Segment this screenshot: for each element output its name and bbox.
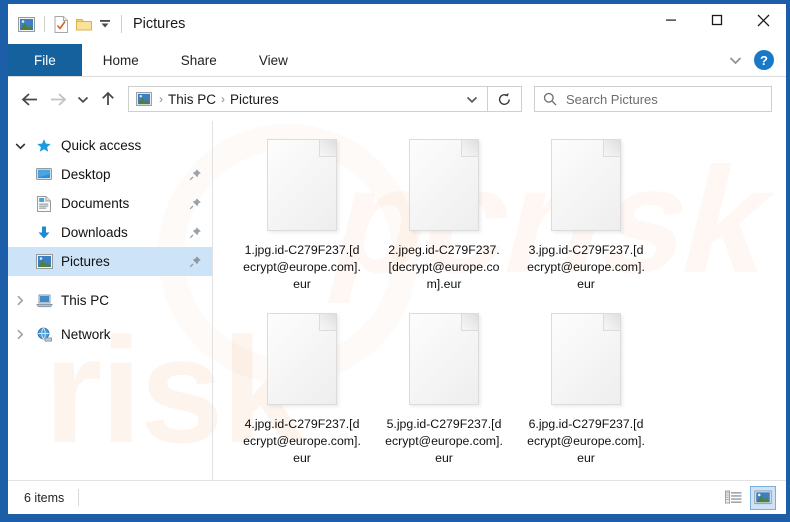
details-view-button[interactable]: [720, 486, 746, 510]
view-toggle-group: [720, 485, 776, 510]
file-item[interactable]: 3.jpg.id-C279F237.[decrypt@europe.com].e…: [515, 133, 657, 301]
recent-locations-button[interactable]: [72, 84, 94, 114]
blank-document-icon: [405, 137, 483, 235]
address-bar[interactable]: › This PC › Pictures: [128, 86, 488, 112]
file-item[interactable]: 5.jpg.id-C279F237.[decrypt@europe.com].e…: [373, 307, 515, 475]
file-item[interactable]: 4.jpg.id-C279F237.[decrypt@europe.com].e…: [231, 307, 373, 475]
desktop-icon: [32, 167, 56, 182]
computer-icon: [32, 294, 56, 308]
breadcrumb: › This PC › Pictures: [159, 92, 279, 107]
pin-icon[interactable]: [189, 197, 202, 210]
sidebar-item-desktop[interactable]: Desktop: [8, 160, 212, 189]
blank-document-icon: [405, 311, 483, 409]
tab-home[interactable]: Home: [82, 44, 160, 76]
tab-share[interactable]: Share: [160, 44, 238, 76]
explorer-body: Quick access Desktop Documents Downloads…: [8, 121, 786, 480]
file-grid: 1.jpg.id-C279F237.[decrypt@europe.com].e…: [231, 133, 786, 480]
minimize-button[interactable]: [648, 4, 694, 36]
chevron-down-icon[interactable]: [8, 142, 32, 150]
downloads-icon: [32, 225, 56, 241]
large-icons-view-button[interactable]: [750, 485, 776, 510]
window-frame: pcrisk risk com: [0, 0, 790, 522]
breadcrumb-separator[interactable]: ›: [221, 92, 225, 106]
file-name: 5.jpg.id-C279F237.[decrypt@europe.com].e…: [385, 417, 503, 465]
ribbon-right-controls: ?: [722, 44, 786, 76]
sidebar-item-label: Pictures: [61, 254, 110, 269]
documents-icon: [32, 195, 56, 212]
breadcrumb-separator[interactable]: ›: [159, 92, 163, 106]
window-controls: [648, 4, 786, 44]
chevron-right-icon[interactable]: [8, 295, 32, 306]
sidebar-item-this-pc[interactable]: This PC: [8, 286, 212, 315]
ribbon-tabs: File Home Share View ?: [8, 44, 786, 76]
chevron-down-icon[interactable]: [722, 47, 748, 73]
blank-document-icon: [263, 311, 341, 409]
blank-document-icon: [547, 311, 625, 409]
refresh-button[interactable]: [488, 86, 522, 112]
breadcrumb-pictures[interactable]: Pictures: [230, 92, 279, 107]
quick-access-toolbar: [8, 15, 111, 33]
file-name: 1.jpg.id-C279F237.[decrypt@europe.com].e…: [243, 243, 361, 291]
file-name: 3.jpg.id-C279F237.[decrypt@europe.com].e…: [527, 243, 645, 291]
pin-icon[interactable]: [189, 255, 202, 268]
file-list-pane[interactable]: 1.jpg.id-C279F237.[decrypt@europe.com].e…: [213, 121, 786, 480]
pictures-icon: [32, 254, 56, 269]
back-button[interactable]: [16, 84, 44, 114]
sidebar-group-quick-access[interactable]: Quick access: [8, 131, 212, 160]
tab-file[interactable]: File: [8, 44, 82, 76]
breadcrumb-pictures-icon[interactable]: [136, 92, 152, 106]
item-count: 6 items: [24, 490, 65, 505]
new-folder-icon[interactable]: [76, 17, 92, 31]
properties-icon[interactable]: [54, 15, 69, 33]
sidebar-item-downloads[interactable]: Downloads: [8, 218, 212, 247]
search-icon: [543, 92, 557, 106]
sidebar-group-label: Quick access: [61, 138, 142, 153]
file-explorer-window: pcrisk risk com: [8, 4, 786, 514]
sidebar-item-label: Desktop: [61, 167, 111, 182]
forward-button[interactable]: [44, 84, 72, 114]
chevron-right-icon[interactable]: [8, 329, 32, 340]
sidebar-item-label: This PC: [61, 293, 110, 308]
up-button[interactable]: [94, 84, 122, 114]
sidebar-item-label: Documents: [61, 196, 130, 211]
search-placeholder: Search Pictures: [566, 91, 658, 107]
sidebar-item-network[interactable]: Network: [8, 320, 212, 349]
star-icon: [32, 138, 56, 154]
pin-icon[interactable]: [189, 168, 202, 181]
file-item[interactable]: 6.jpg.id-C279F237.[decrypt@europe.com].e…: [515, 307, 657, 475]
toolbar-separator: [44, 16, 45, 32]
address-toolbar: › This PC › Pictures Search Pictures: [8, 77, 786, 121]
file-item[interactable]: 1.jpg.id-C279F237.[decrypt@europe.com].e…: [231, 133, 373, 301]
blank-document-icon: [263, 137, 341, 235]
file-name: 4.jpg.id-C279F237.[decrypt@europe.com].e…: [243, 417, 361, 465]
file-name: 6.jpg.id-C279F237.[decrypt@europe.com].e…: [527, 417, 645, 465]
sidebar-item-pictures[interactable]: Pictures: [8, 247, 212, 276]
title-bar: Pictures: [8, 4, 786, 44]
network-icon: [32, 327, 56, 342]
status-separator: [78, 489, 80, 506]
pin-icon[interactable]: [189, 226, 202, 239]
blank-document-icon: [547, 137, 625, 235]
help-button[interactable]: ?: [754, 50, 774, 70]
window-title: Pictures: [121, 15, 185, 33]
status-bar: 6 items: [8, 480, 786, 514]
search-input[interactable]: Search Pictures: [534, 86, 772, 112]
file-item[interactable]: 2.jpeg.id-C279F237.[decrypt@europe.com].…: [373, 133, 515, 301]
tab-view[interactable]: View: [238, 44, 309, 76]
sidebar-item-documents[interactable]: Documents: [8, 189, 212, 218]
address-dropdown-icon[interactable]: [461, 95, 483, 104]
maximize-button[interactable]: [694, 4, 740, 36]
pictures-icon[interactable]: [18, 16, 35, 32]
sidebar-item-label: Network: [61, 327, 111, 342]
navigation-pane: Quick access Desktop Documents Downloads…: [8, 121, 213, 480]
sidebar-item-label: Downloads: [61, 225, 128, 240]
file-name: 2.jpeg.id-C279F237.[decrypt@europe.com].…: [388, 243, 500, 291]
breadcrumb-this-pc[interactable]: This PC: [168, 92, 216, 107]
customize-dropdown-icon[interactable]: [99, 19, 111, 29]
close-button[interactable]: [740, 4, 786, 36]
